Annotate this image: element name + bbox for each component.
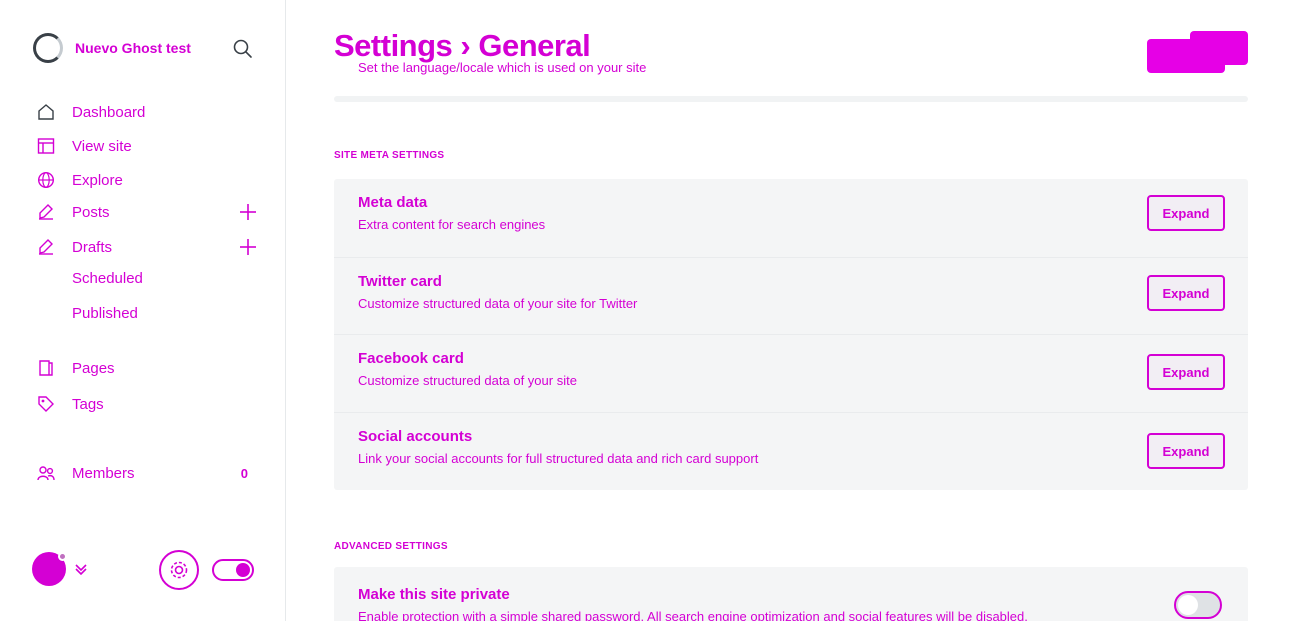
nav-item-tags[interactable]: Tags [36,392,258,416]
language-description: Set the language/locale which is used on… [358,60,647,75]
search-icon[interactable] [232,38,254,60]
nav-label-posts: Posts [72,203,110,221]
dark-mode-toggle[interactable] [212,559,254,581]
nav-item-dashboard[interactable]: Dashboard [36,100,258,124]
private-site-toggle[interactable] [1174,591,1222,619]
site-meta-section-label: Site meta settings [334,150,445,161]
nav-item-members[interactable]: Members 0 [36,461,258,485]
site-logo-icon [33,33,63,63]
nav-label-tags: Tags [72,395,104,413]
browser-icon [36,136,56,156]
sidebar-footer [32,550,254,594]
row-twitter-card: Twitter card Customize structured data o… [334,257,1248,335]
row-social-accounts: Social accounts Link your social account… [334,412,1248,490]
sidebar: Nuevo Ghost test Dashboard View site Exp… [0,0,286,621]
page-icon [36,358,56,378]
nav-label-view-site: View site [72,137,132,155]
globe-icon [36,170,56,190]
row-meta-data: Meta data Extra content for search engin… [334,179,1248,257]
row-description: Customize structured data of your site [358,373,577,388]
expand-twitter-card-button[interactable]: Expand [1147,275,1225,311]
advanced-section-label: Advanced settings [334,541,448,552]
expand-facebook-card-button[interactable]: Expand [1147,354,1225,390]
nav-label-explore: Explore [72,171,123,189]
nav-item-explore[interactable]: Explore [36,168,258,192]
nav-item-scheduled[interactable]: Scheduled [72,270,143,287]
chevron-down-icon[interactable] [74,562,88,576]
status-dot [58,552,67,561]
save-button-shadow [1190,31,1248,65]
settings-main: Settings › General Set the language/loca… [334,0,1248,621]
row-description: Extra content for search engines [358,217,546,232]
pencil-icon [36,202,56,222]
pencil-icon [36,237,56,257]
site-meta-panel: Meta data Extra content for search engin… [334,179,1248,490]
members-count: 0 [240,465,248,481]
members-icon [36,463,56,483]
private-site-description: Enable protection with a simple shared p… [358,609,1028,621]
site-brand[interactable]: Nuevo Ghost test [33,33,191,63]
nav-item-pages[interactable]: Pages [36,356,258,380]
nav-label-members: Members [72,464,135,482]
private-site-title: Make this site private [358,586,510,603]
private-site-panel: Make this site private Enable protection… [334,567,1248,621]
row-title: Facebook card [358,350,464,367]
row-description: Customize structured data of your site f… [358,296,638,311]
nav-item-drafts[interactable]: Drafts [36,235,258,259]
nav-item-posts[interactable]: Posts [36,200,258,224]
home-icon [36,102,56,122]
row-title: Twitter card [358,273,442,290]
nav-label-drafts: Drafts [72,238,113,256]
settings-gear-button[interactable] [159,550,199,590]
site-title: Nuevo Ghost test [75,40,191,56]
expand-social-accounts-button[interactable]: Expand [1147,433,1225,469]
row-title: Meta data [358,194,428,211]
nav-label-dashboard: Dashboard [72,103,146,121]
row-facebook-card: Facebook card Customize structured data … [334,334,1248,412]
row-title: Social accounts [358,428,473,445]
nav-label-pages: Pages [72,359,115,377]
gear-icon [170,561,188,579]
row-description: Link your social accounts for full struc… [358,451,759,466]
tag-icon [36,394,56,414]
expand-meta-data-button[interactable]: Expand [1147,195,1225,231]
page-title: Settings › General [334,28,591,63]
section-divider [334,96,1248,102]
new-page-plus-icon[interactable] [238,237,258,257]
new-post-plus-icon[interactable] [238,202,258,222]
nav-item-published[interactable]: Published [72,305,138,322]
nav-item-view-site[interactable]: View site [36,134,258,158]
